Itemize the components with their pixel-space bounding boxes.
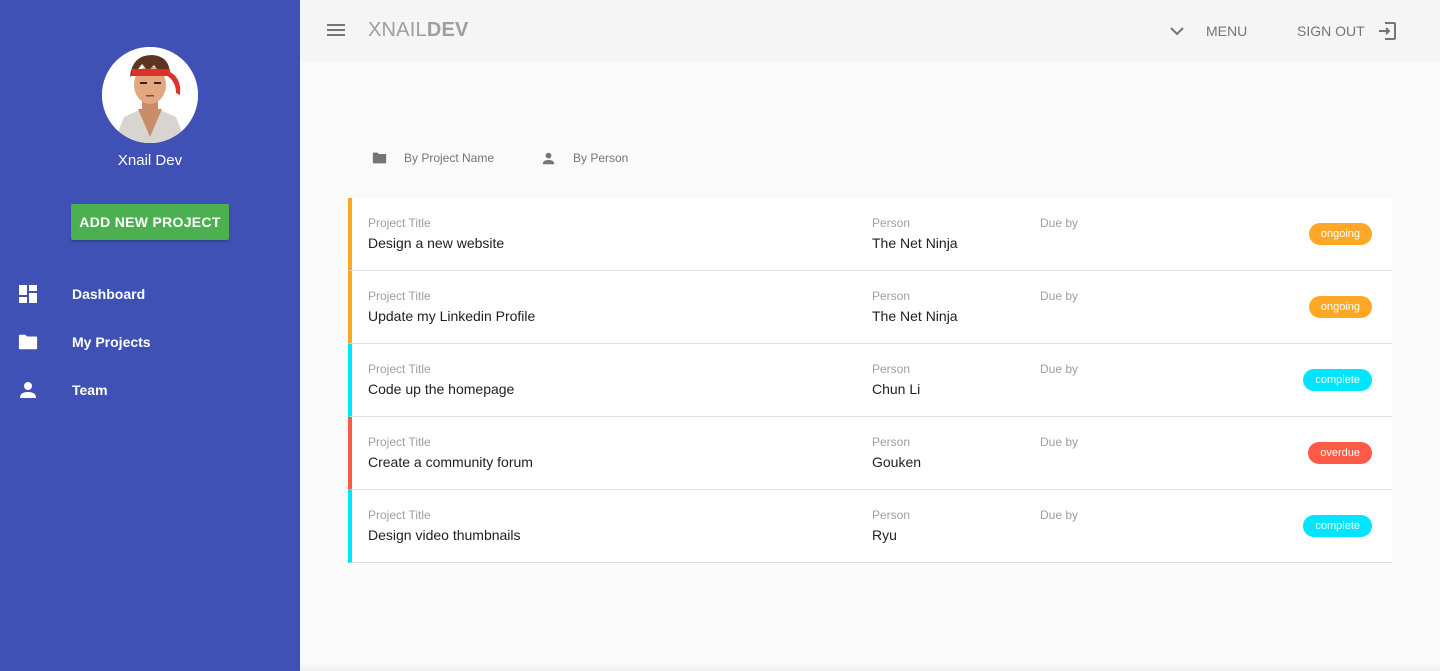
avatar: [102, 47, 198, 143]
sort-by-person-label: By Person: [573, 151, 629, 165]
app-title: XNAILDEV: [368, 19, 469, 42]
person-caption: Person: [872, 508, 911, 522]
project-row[interactable]: Project Title Update my Linkedin Profile…: [348, 271, 1392, 344]
project-title: Update my Linkedin Profile: [368, 308, 536, 324]
person-icon: [542, 152, 555, 165]
sign-out-button[interactable]: SIGN OUT: [1297, 16, 1397, 46]
project-row[interactable]: Project Title Design a new website Perso…: [348, 198, 1392, 271]
due-caption: Due by: [1040, 216, 1079, 230]
person-caption: Person: [872, 362, 911, 376]
title-caption: Project Title: [368, 435, 431, 449]
project-row[interactable]: Project Title Code up the homepage Perso…: [348, 344, 1392, 417]
project-title: Design video thumbnails: [368, 527, 521, 543]
project-person: The Net Ninja: [872, 308, 958, 324]
project-title: Design a new website: [368, 235, 505, 251]
sidebar-item-team[interactable]: Team: [0, 366, 300, 414]
sidebar-item-my-projects[interactable]: My Projects: [0, 318, 300, 366]
folder-icon: [18, 332, 38, 352]
navigation-drawer: Xnail Dev ADD NEW PROJECT Dashboard My P…: [0, 0, 300, 671]
folder-icon: [372, 152, 387, 164]
project-row[interactable]: Project Title Design video thumbnails Pe…: [348, 490, 1392, 563]
status-badge: ongoing: [1308, 296, 1372, 318]
due-caption: Due by: [1040, 289, 1079, 303]
status-badge: complete: [1303, 369, 1372, 391]
project-person: The Net Ninja: [872, 235, 958, 251]
hamburger-menu-icon[interactable]: [326, 20, 346, 40]
app-title-thin: XNAIL: [368, 19, 427, 41]
due-caption: Due by: [1040, 362, 1079, 376]
app-toolbar: XNAILDEV MENU SIGN OUT: [300, 0, 1440, 62]
sort-by-person-button[interactable]: By Person: [542, 148, 628, 168]
sidebar-item-dashboard[interactable]: Dashboard: [0, 270, 300, 318]
status-badge: overdue: [1308, 442, 1372, 464]
project-title: Code up the homepage: [368, 381, 515, 397]
person-caption: Person: [872, 216, 911, 230]
title-caption: Project Title: [368, 216, 431, 230]
project-title: Create a community forum: [368, 454, 533, 470]
app-title-bold: DEV: [426, 19, 469, 41]
person-caption: Person: [872, 289, 911, 303]
project-person: Chun Li: [872, 381, 921, 397]
title-caption: Project Title: [368, 289, 431, 303]
sort-by-project-button[interactable]: By Project Name: [372, 148, 494, 168]
due-caption: Due by: [1040, 435, 1079, 449]
sort-by-project-label: By Project Name: [404, 151, 495, 165]
sidebar-item-label: Dashboard: [72, 286, 146, 302]
add-new-project-button[interactable]: ADD NEW PROJECT: [71, 204, 229, 240]
title-caption: Project Title: [368, 508, 431, 522]
menu-label: MENU: [1206, 23, 1248, 39]
due-caption: Due by: [1040, 508, 1079, 522]
title-caption: Project Title: [368, 362, 431, 376]
user-name: Xnail Dev: [117, 152, 183, 169]
person-icon: [18, 380, 38, 400]
project-person: Ryu: [872, 527, 897, 543]
avatar-image: [102, 47, 198, 143]
exit-icon: [1377, 21, 1397, 41]
sidebar-item-label: Team: [72, 382, 108, 398]
dashboard-icon: [18, 284, 38, 304]
status-badge: complete: [1303, 515, 1372, 537]
project-row[interactable]: Project Title Create a community forum P…: [348, 417, 1392, 490]
person-caption: Person: [872, 435, 911, 449]
chevron-down-icon: [1170, 26, 1184, 36]
project-person: Gouken: [872, 454, 922, 470]
project-list: Project Title Design a new website Perso…: [348, 198, 1392, 563]
menu-button[interactable]: MENU: [1170, 16, 1247, 46]
sign-out-label: SIGN OUT: [1297, 23, 1365, 39]
status-badge: ongoing: [1308, 223, 1372, 245]
sidebar-item-label: My Projects: [72, 334, 151, 350]
footer-shadow: [300, 662, 1440, 671]
